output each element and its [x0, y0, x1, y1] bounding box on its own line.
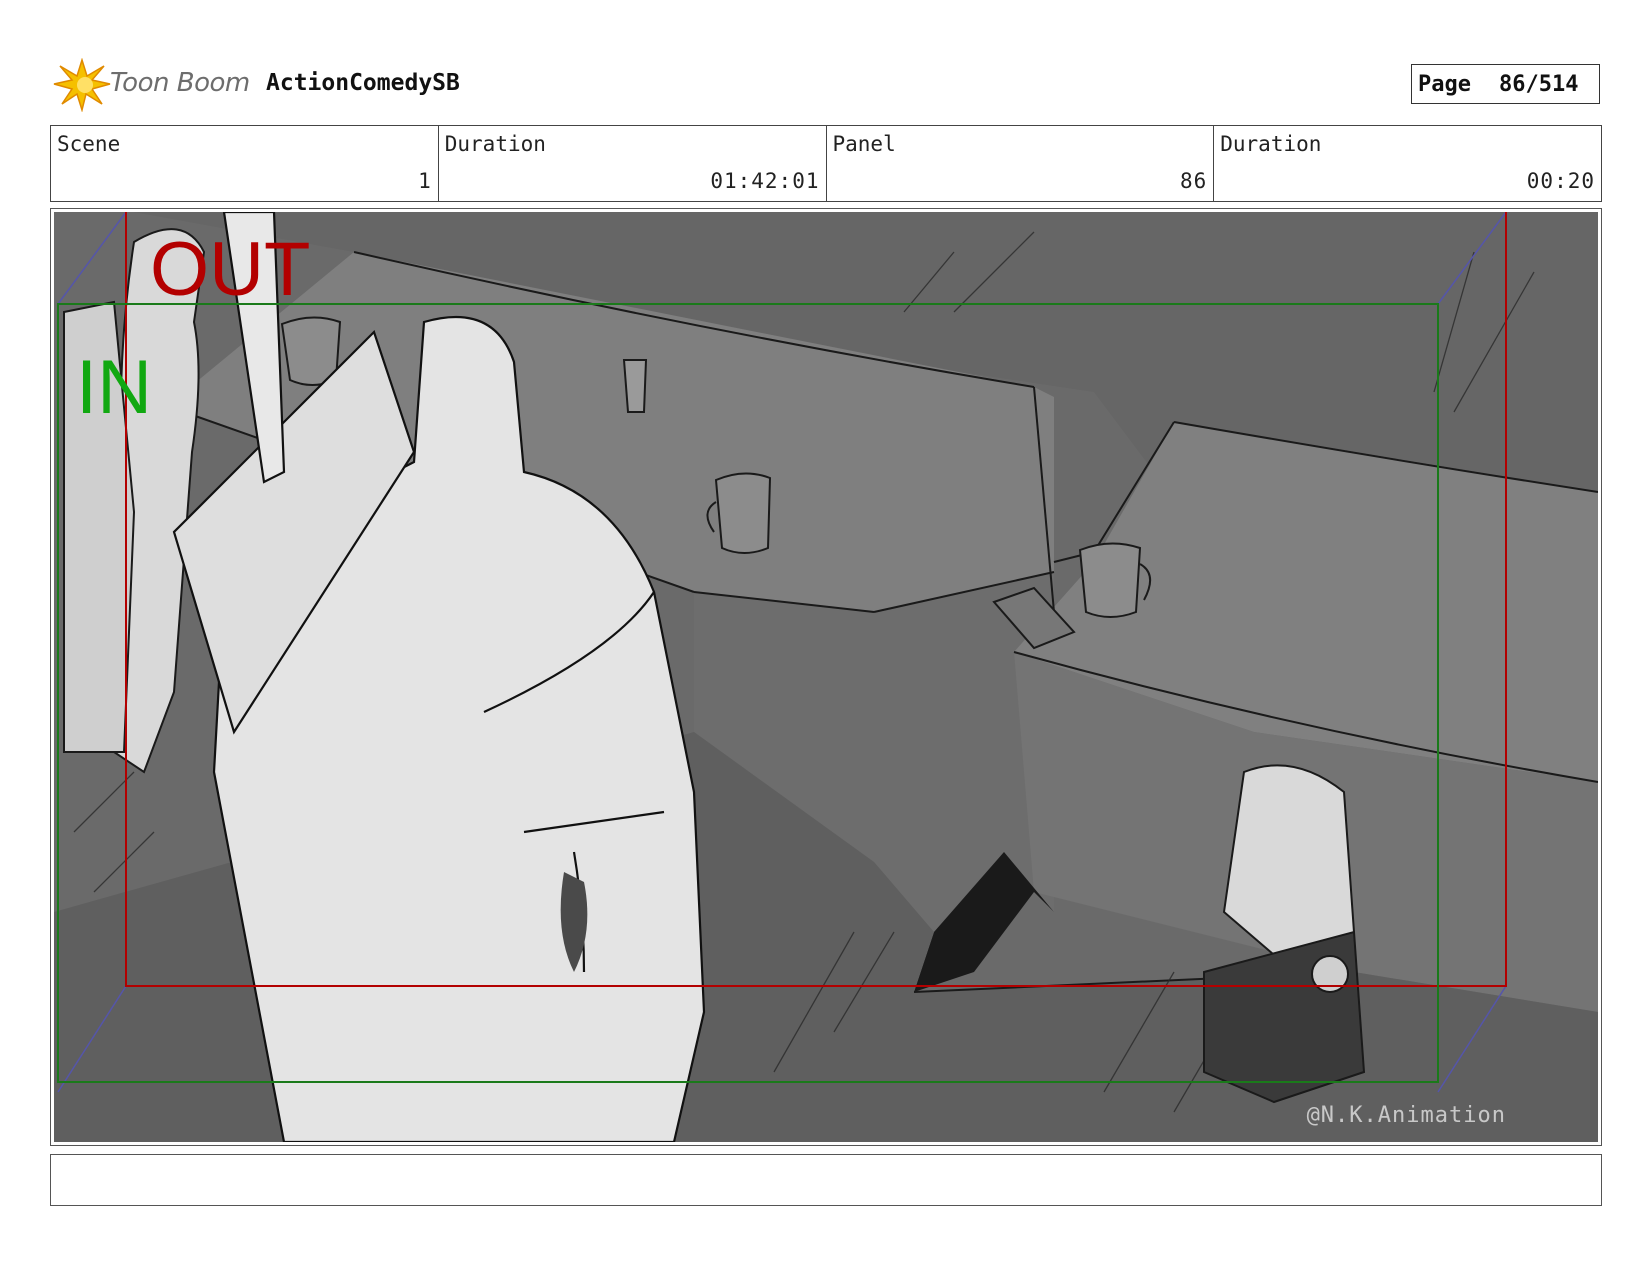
panel-duration-value: 00:20: [1526, 169, 1595, 193]
brand-name: Toon Boom: [110, 68, 250, 98]
watermark: @N.K.Animation: [1306, 1103, 1506, 1128]
panel-value: 86: [1179, 169, 1208, 193]
panel-cell: Panel 86: [825, 126, 1214, 201]
panel-label: Panel: [832, 132, 896, 156]
storyboard-panel-image: OUT IN @N.K.Animation: [54, 212, 1598, 1142]
in-frame-label: IN: [76, 345, 152, 430]
panel-notes-box[interactable]: [50, 1154, 1602, 1206]
scene-duration-label: Duration: [444, 132, 546, 156]
toon-boom-logo-icon: [53, 58, 111, 112]
panel-duration-cell: Duration 00:20: [1213, 126, 1601, 201]
scene-cell: Scene 1: [51, 126, 438, 201]
out-frame-label: OUT: [150, 227, 311, 312]
panel-sketch-icon: [54, 212, 1598, 1142]
panel-duration-label: Duration: [1220, 132, 1322, 156]
scene-duration-value: 01:42:01: [710, 169, 820, 193]
page-number: 86/514: [1498, 71, 1579, 97]
panel-info-table: Scene 1 Duration 01:42:01 Panel 86 Durat…: [50, 125, 1602, 202]
project-title: ActionComedySB: [266, 70, 460, 96]
scene-label: Scene: [57, 132, 121, 156]
scene-duration-cell: Duration 01:42:01: [437, 126, 826, 201]
scene-value: 1: [418, 169, 432, 193]
page-indicator: Page 86/514: [1411, 64, 1600, 104]
page-label: Page: [1418, 71, 1471, 97]
